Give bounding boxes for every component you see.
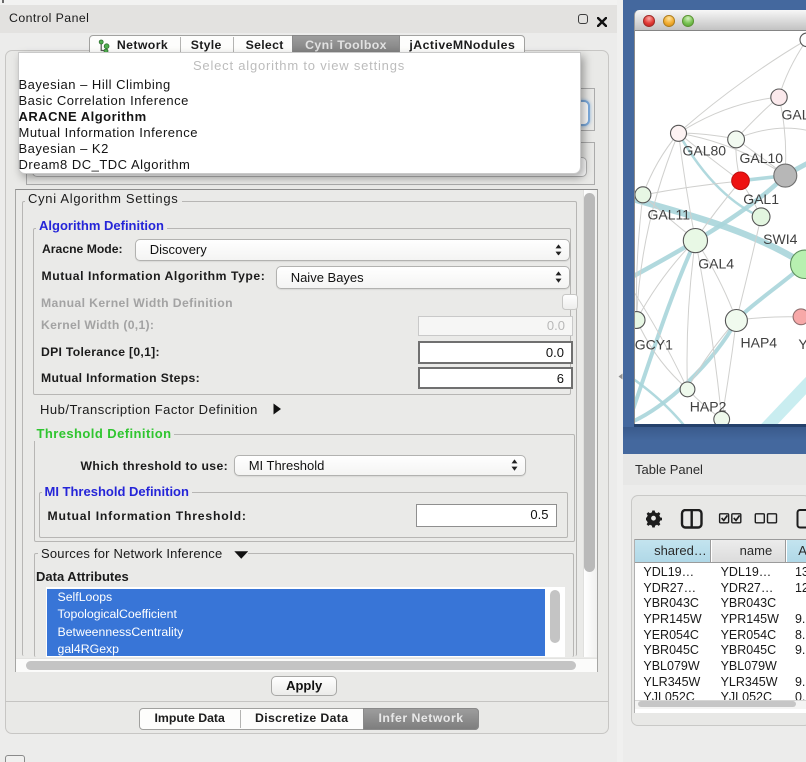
svg-text:HAP2: HAP2 bbox=[689, 399, 726, 415]
svg-text:GAL10: GAL10 bbox=[739, 150, 783, 166]
svg-text:GAL4: GAL4 bbox=[698, 256, 734, 272]
svg-text:SWI4: SWI4 bbox=[763, 231, 797, 247]
svg-text:HAP4: HAP4 bbox=[740, 335, 777, 351]
svg-text:GAL1: GAL1 bbox=[743, 191, 779, 207]
svg-text:GAL80: GAL80 bbox=[682, 142, 726, 158]
svg-text:GCY1: GCY1 bbox=[635, 336, 673, 352]
svg-text:GAL11: GAL11 bbox=[647, 206, 690, 222]
svg-text:YM: YM bbox=[798, 336, 806, 352]
svg-text:GAL2: GAL2 bbox=[781, 107, 806, 123]
